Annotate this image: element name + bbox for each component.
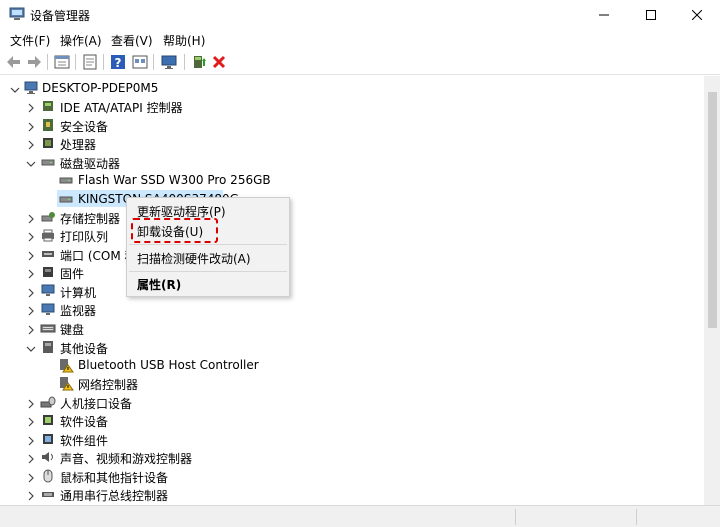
- keyboard-icon: [40, 320, 56, 336]
- tree-item-mouse[interactable]: 鼠标和其他指针设备: [60, 469, 168, 486]
- maximize-button[interactable]: [628, 0, 674, 30]
- tree-item-keyboard[interactable]: 键盘: [60, 321, 84, 338]
- tree-item-sound[interactable]: 声音、视频和游戏控制器: [60, 450, 192, 467]
- disk-drive-icon: [40, 154, 56, 170]
- forward-arrow-icon[interactable]: [25, 53, 43, 71]
- expand-chevron-icon[interactable]: [26, 231, 36, 242]
- monitor-icon: [40, 301, 56, 317]
- menu-item-properties[interactable]: 属性(R): [137, 276, 181, 293]
- menu-action[interactable]: 操作(A): [60, 32, 102, 49]
- device-manager-icon: [9, 7, 25, 21]
- tree-item-monitor[interactable]: 监视器: [60, 302, 96, 319]
- speaker-icon: [40, 449, 56, 465]
- other-devices-icon: [40, 339, 56, 355]
- tree-item-other-devices[interactable]: 其他设备: [60, 340, 108, 357]
- menu-view[interactable]: 查看(V): [111, 32, 153, 49]
- tree-item-security[interactable]: 安全设备: [60, 118, 108, 135]
- expand-chevron-icon[interactable]: [26, 102, 36, 113]
- expand-chevron-icon[interactable]: [26, 121, 36, 132]
- tree-item-hid[interactable]: 人机接口设备: [60, 395, 132, 412]
- disk-icon: [58, 172, 74, 188]
- tree-item-firmware[interactable]: 固件: [60, 265, 84, 282]
- software-component-icon: [40, 431, 56, 447]
- tree-item-storage[interactable]: 存储控制器: [60, 210, 120, 227]
- window-title: 设备管理器: [30, 9, 91, 23]
- expand-chevron-icon[interactable]: [26, 416, 36, 427]
- tree-item-flash-ssd[interactable]: Flash War SSD W300 Pro 256GB: [78, 173, 271, 187]
- monitor-icon[interactable]: [160, 53, 178, 71]
- properties-icon[interactable]: [53, 53, 71, 71]
- close-button[interactable]: [674, 0, 720, 30]
- tree-item-network-controller[interactable]: 网络控制器: [78, 376, 138, 393]
- device-tree[interactable]: DESKTOP-PDEP0M5 IDE ATA/ATAPI 控制器 安全设备 处…: [1, 76, 716, 505]
- software-device-icon: [40, 412, 56, 428]
- show-hidden-icon[interactable]: [81, 53, 99, 71]
- menu-bar: 文件(F) 操作(A) 查看(V) 帮助(H): [0, 30, 720, 50]
- scrollbar-thumb[interactable]: [708, 92, 717, 328]
- expand-chevron-icon[interactable]: [26, 324, 36, 335]
- toolbar: ?: [0, 50, 720, 75]
- expand-chevron-icon[interactable]: [26, 398, 36, 409]
- menu-help[interactable]: 帮助(H): [163, 32, 205, 49]
- disk-icon: [58, 191, 74, 207]
- menu-separator: [129, 244, 287, 245]
- tree-item-bluetooth[interactable]: Bluetooth USB Host Controller: [78, 358, 259, 372]
- minimize-button[interactable]: [581, 0, 627, 30]
- title-bar[interactable]: 设备管理器: [0, 0, 720, 30]
- tree-item-print-queue[interactable]: 打印队列: [60, 228, 108, 245]
- expand-chevron-icon[interactable]: [26, 453, 36, 464]
- tree-item-computer[interactable]: 计算机: [60, 284, 96, 301]
- menu-separator: [129, 271, 287, 272]
- tree-item-software-components[interactable]: 软件组件: [60, 432, 108, 449]
- security-device-icon: [40, 117, 56, 133]
- tree-item-ide[interactable]: IDE ATA/ATAPI 控制器: [60, 99, 183, 116]
- menu-file[interactable]: 文件(F): [10, 32, 50, 49]
- firmware-icon: [40, 264, 56, 280]
- tree-item-disk-drives[interactable]: 磁盘驱动器: [60, 155, 120, 172]
- expand-chevron-icon[interactable]: [26, 139, 36, 150]
- warning-device-icon: [58, 375, 74, 391]
- storage-controller-icon: [40, 209, 56, 225]
- expand-chevron-icon[interactable]: [26, 250, 36, 261]
- status-bar: [0, 505, 720, 527]
- status-divider: [515, 509, 516, 525]
- expand-chevron-icon[interactable]: [26, 472, 36, 483]
- printer-icon: [40, 227, 56, 243]
- expand-chevron-icon[interactable]: [26, 305, 36, 316]
- menu-item-scan-hardware[interactable]: 扫描检测硬件改动(A): [137, 250, 251, 267]
- expand-chevron-icon[interactable]: [26, 213, 36, 224]
- svg-text:?: ?: [115, 56, 122, 70]
- processor-icon: [40, 135, 56, 151]
- tree-item-software-devices[interactable]: 软件设备: [60, 413, 108, 430]
- expand-chevron-icon[interactable]: [26, 268, 36, 279]
- expand-chevron-icon[interactable]: [26, 287, 36, 298]
- mouse-icon: [40, 468, 56, 484]
- context-menu: 更新驱动程序(P) 卸载设备(U) 扫描检测硬件改动(A) 属性(R): [126, 197, 290, 297]
- collapse-chevron-icon[interactable]: [10, 84, 20, 94]
- view-icon[interactable]: [131, 53, 149, 71]
- usb-controller-icon: [40, 486, 56, 502]
- computer-icon: [40, 283, 56, 299]
- help-icon[interactable]: ?: [109, 53, 127, 71]
- remove-device-icon[interactable]: [210, 53, 228, 71]
- expand-chevron-icon[interactable]: [26, 490, 36, 501]
- status-divider: [636, 509, 637, 525]
- expand-chevron-icon[interactable]: [26, 435, 36, 446]
- uninstall-highlight-box: [131, 218, 218, 243]
- collapse-chevron-icon[interactable]: [26, 158, 36, 168]
- tree-root-label[interactable]: DESKTOP-PDEP0M5: [42, 81, 158, 95]
- warning-device-icon: [58, 357, 74, 373]
- ide-controller-icon: [40, 98, 56, 114]
- update-driver-icon[interactable]: [190, 53, 208, 71]
- back-arrow-icon[interactable]: [5, 53, 23, 71]
- tree-item-processor[interactable]: 处理器: [60, 136, 96, 153]
- computer-icon: [23, 80, 39, 96]
- collapse-chevron-icon[interactable]: [26, 343, 36, 353]
- tree-item-usb[interactable]: 通用串行总线控制器: [60, 487, 168, 504]
- hid-icon: [40, 394, 56, 410]
- port-icon: [40, 246, 56, 262]
